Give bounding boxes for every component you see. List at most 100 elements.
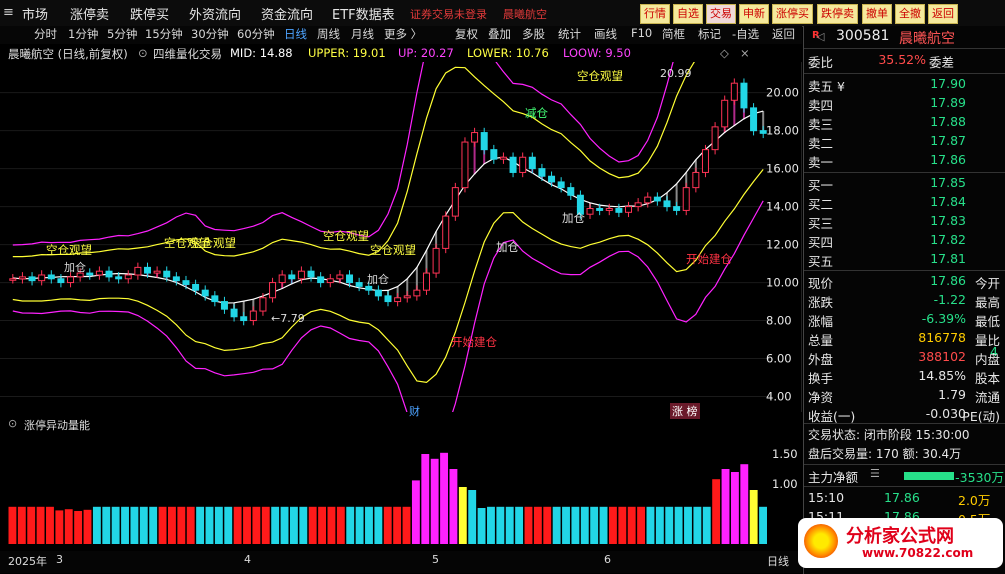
cancel-all-button[interactable]: 全撤 [895, 4, 925, 24]
tool-simple-frame[interactable]: 简框 [662, 26, 685, 42]
candle-body [596, 208, 604, 211]
energy-bar [665, 506, 674, 544]
energy-bar [224, 506, 233, 544]
ask-level-row[interactable]: 卖三 17.88 [808, 114, 1004, 133]
candle-body [307, 270, 315, 278]
main-price-chart[interactable]: 4.00 6.00 8.00 10.00 12.00 14.00 16.00 18.00 20.… [0, 62, 802, 412]
tool-back[interactable]: 返回 [772, 26, 795, 42]
ask-level-row[interactable]: 卖二 17.87 [808, 133, 1004, 152]
menu-limit-down-buy[interactable]: 跌停买 [130, 4, 169, 23]
energy-axis: 1.00 1.50 [772, 447, 798, 491]
watchlist-button[interactable]: 自选 [673, 4, 703, 24]
indicator-name[interactable]: 四维量化交易 [153, 46, 222, 62]
tool-mark[interactable]: 标记 [698, 26, 721, 42]
ask-level-row[interactable]: 卖一 17.86 [808, 152, 1004, 171]
tool-f10[interactable]: F10 [631, 26, 652, 40]
tool-adjust[interactable]: 复权 [455, 26, 478, 42]
energy-bar [280, 506, 289, 544]
ipo-button[interactable]: 申新 [739, 4, 769, 24]
list-icon[interactable]: ☰ [870, 467, 880, 480]
bid-level-row[interactable]: 买五 17.81 [808, 251, 1004, 270]
menu-etf-table[interactable]: ETF数据表 [332, 4, 395, 23]
indicator-toggle-icon[interactable]: ⊙ [138, 46, 148, 60]
period-1min[interactable]: 1分钟 [68, 26, 98, 42]
stat-row[interactable]: 收益(一) -0.030 PE(动) [808, 406, 1004, 425]
stat-row[interactable]: 换手 14.85% 股本 [808, 368, 1004, 387]
stat-row[interactable]: 涨幅 -6.39% 最低 [808, 311, 1004, 330]
toggle-icon[interactable]: ◁ [816, 30, 824, 43]
energy-bar [46, 506, 54, 544]
back-button[interactable]: 返回 [928, 4, 958, 24]
high-price-mark: 20.99 [660, 67, 692, 80]
candle-body [336, 274, 344, 280]
period-60min[interactable]: 60分钟 [237, 26, 275, 42]
stock-name[interactable]: 晨曦航空 [899, 28, 955, 48]
energy-bar [533, 506, 542, 544]
period-more[interactable]: 更多 〉 [384, 26, 422, 42]
candle-body [172, 276, 180, 282]
period-15min[interactable]: 15分钟 [145, 26, 183, 42]
energy-bar [393, 506, 402, 544]
price-tick-label: 6.00 [766, 352, 792, 366]
login-warning[interactable]: 证券交易未登录 [410, 6, 487, 22]
ask-level-row[interactable]: 卖四 17.89 [808, 95, 1004, 114]
close-icon[interactable]: × [740, 46, 750, 60]
menu-foreign-flow[interactable]: 外资流向 [189, 4, 241, 23]
energy-bar [233, 506, 242, 544]
energy-bar [318, 506, 327, 544]
sub-indicator-header: ⊙ 涨停异动量能 [0, 417, 802, 432]
limit-down-sell-button[interactable]: 跌停卖 [817, 4, 858, 24]
period-daily[interactable]: 日线 [284, 26, 307, 42]
tool-draw-line[interactable]: 画线 [594, 26, 617, 42]
candle-body [192, 283, 200, 291]
candle-body [153, 270, 161, 274]
limit-up-buy-button[interactable]: 涨停买 [772, 4, 813, 24]
menu-icon[interactable]: ≡ [3, 5, 14, 20]
energy-bar [468, 490, 477, 544]
stat-row[interactable]: 涨跌 -1.22 最高 [808, 292, 1004, 311]
volume-energy-chart[interactable]: 1.00 1.50 [0, 432, 802, 550]
period-5min[interactable]: 5分钟 [107, 26, 137, 42]
tool-statistics[interactable]: 统计 [558, 26, 581, 42]
price-tick-label: 4.00 [766, 390, 792, 404]
site-watermark: 分析家公式网 www.70822.com [798, 518, 1003, 568]
menu-limit-up-sell[interactable]: 涨停卖 [70, 4, 109, 23]
tick-row: 15:10 17.86 2.0万 [808, 490, 991, 508]
bid-level-row[interactable]: 买二 17.84 [808, 194, 1004, 213]
stat-row[interactable]: 现价 17.86 今开 [808, 273, 1004, 292]
period-timeshare[interactable]: 分时 [34, 26, 57, 42]
energy-bar [299, 506, 308, 544]
bid-level-row[interactable]: 买三 17.83 [808, 213, 1004, 232]
sub-toggle-icon[interactable]: ⊙ [8, 417, 17, 430]
period-weekly[interactable]: 周线 [317, 26, 340, 42]
energy-bar [562, 506, 570, 544]
trade-button[interactable]: 交易 [706, 4, 736, 24]
ask-level-row[interactable]: 卖五 ¥17.90 [808, 76, 1004, 95]
sub-indicator-title[interactable]: 涨停异动量能 [24, 417, 90, 433]
energy-bar [712, 479, 721, 544]
period-monthly[interactable]: 月线 [351, 26, 374, 42]
stat-row[interactable]: 总量 816778 量比 [808, 330, 1004, 349]
menu-market[interactable]: 市场 [22, 4, 48, 23]
energy-bar [571, 506, 580, 544]
stat-row[interactable]: 净资 1.79 流通 [808, 387, 1004, 406]
stock-code[interactable]: 300581 [836, 28, 889, 44]
candle-body [567, 187, 575, 196]
quote-button[interactable]: 行情 [640, 4, 670, 24]
period-30min[interactable]: 30分钟 [191, 26, 229, 42]
tool-overlay[interactable]: 叠加 [488, 26, 511, 42]
candle-body [490, 149, 498, 160]
tool-remove-watch[interactable]: -自选 [732, 26, 759, 42]
diamond-icon[interactable]: ◇ [720, 46, 729, 60]
stat-row[interactable]: 外盘 388102 内盘 [808, 349, 1004, 368]
bid-level-row[interactable]: 买四 17.82 [808, 232, 1004, 251]
watermark-logo-icon [804, 524, 838, 558]
lower-value: LOWER: 10.76 [467, 46, 549, 60]
tool-multi-stock[interactable]: 多股 [522, 26, 545, 42]
bid-level-row[interactable]: 买一 17.85 [808, 175, 1004, 194]
period-toolbar: 分时 1分钟 5分钟 15分钟 30分钟 60分钟 日线 周线 月线 更多 〉 … [0, 26, 802, 44]
energy-bar [411, 480, 420, 544]
candle-body [644, 196, 652, 204]
cancel-order-button[interactable]: 撤单 [862, 4, 892, 24]
menu-fund-flow[interactable]: 资金流向 [261, 4, 313, 23]
